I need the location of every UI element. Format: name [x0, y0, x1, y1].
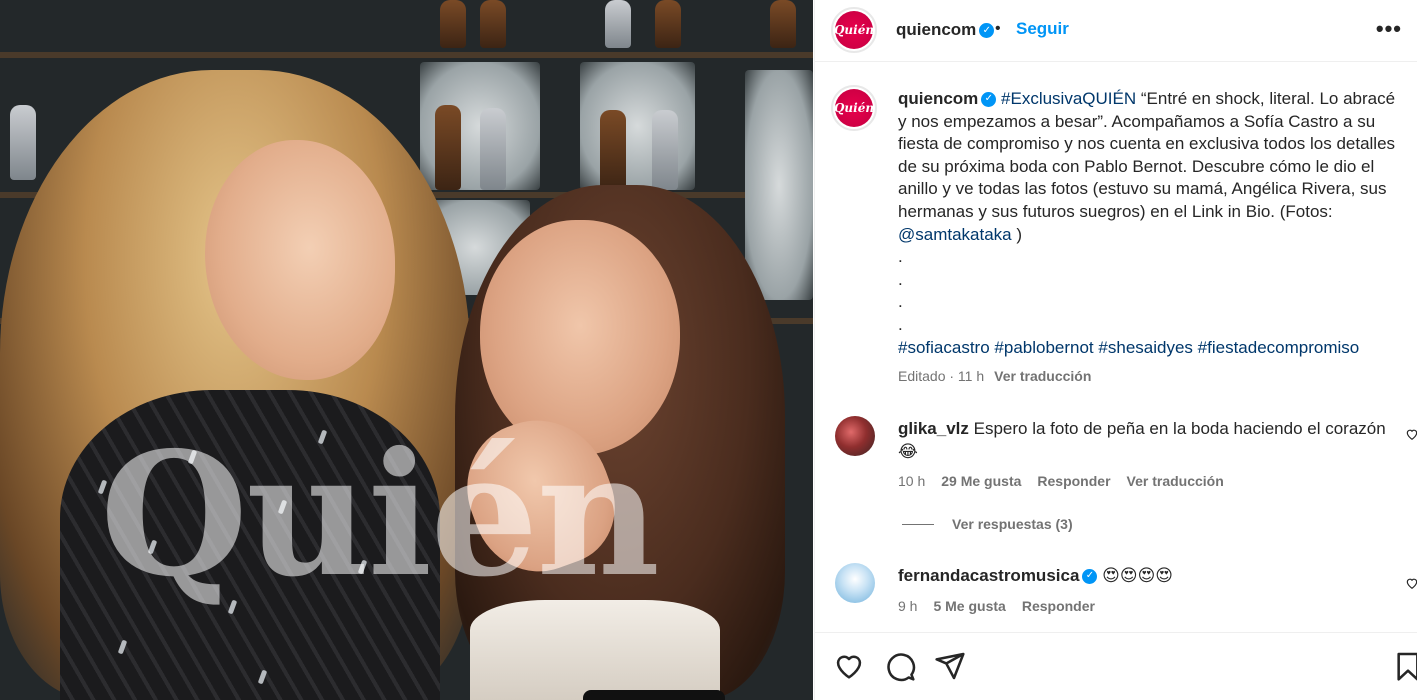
edited-time: Editado · 11 h	[898, 368, 985, 384]
bottle	[435, 105, 461, 190]
person-right-dress	[470, 600, 720, 700]
verified-badge-icon: ✓	[1082, 569, 1098, 585]
post-photo[interactable]: Quién	[0, 0, 813, 700]
reply-button[interactable]: Responder	[1037, 473, 1110, 489]
username-text[interactable]: quiencom	[896, 20, 976, 39]
lit-cabinet	[745, 70, 813, 300]
hashtag-link[interactable]: #sofiacastro	[898, 338, 990, 357]
caption-username[interactable]: quiencom	[898, 89, 978, 108]
bottle	[652, 110, 678, 190]
dress-sequin	[117, 639, 128, 655]
bottle	[605, 0, 631, 48]
caption-text-end: )	[1011, 224, 1023, 244]
comment-likes[interactable]: 29 Me gusta	[941, 473, 1021, 489]
comment-username[interactable]: fernandacastromusica	[898, 566, 1079, 585]
comment-avatar[interactable]	[835, 416, 875, 456]
bottle	[480, 108, 506, 190]
comment-text: 😍😍😍😍	[1102, 566, 1174, 586]
quien-logo: Quién	[834, 11, 874, 49]
bottle	[655, 0, 681, 48]
bar-shelf	[0, 52, 813, 58]
hashtag-link[interactable]: #shesaidyes	[1098, 338, 1193, 357]
comment-body: fernandacastromusica ✓ 😍😍😍😍	[898, 565, 1398, 588]
dress-sequin	[257, 669, 268, 685]
comment-avatar[interactable]	[835, 563, 875, 603]
bottle	[10, 105, 36, 180]
verified-badge-icon: ✓	[981, 92, 997, 108]
see-translation-link[interactable]: Ver traducción	[1127, 473, 1224, 489]
caption-dot: .	[898, 269, 903, 289]
comment-time[interactable]: 10 h	[898, 473, 925, 489]
post-header: Quién quiencom ✓ • Seguir •••	[815, 0, 1417, 62]
bottle	[770, 0, 796, 48]
comment-like-icon[interactable]	[1405, 427, 1417, 441]
quien-logo: Quién	[834, 89, 874, 127]
comment-meta: 9 h 5 Me gusta Responder	[898, 598, 1095, 614]
photo-indicator	[583, 690, 725, 700]
caption-dot: .	[898, 314, 903, 334]
caption-hashtag[interactable]: #ExclusivaQUIÉN	[1001, 89, 1136, 108]
caption-dot: .	[898, 292, 903, 312]
action-bar	[815, 632, 1417, 700]
post-side-panel: Quién quiencom ✓ • Seguir ••• Quién quien…	[814, 0, 1417, 700]
caption-avatar[interactable]: Quién	[831, 85, 877, 131]
share-paper-plane-icon[interactable]	[934, 650, 966, 682]
account-avatar[interactable]: Quién	[831, 7, 877, 53]
replies-line	[902, 523, 934, 525]
post-caption: quiencom ✓ #ExclusivaQUIÉN “Entré en shoc…	[898, 88, 1408, 359]
comment-username[interactable]: glika_vlz	[898, 419, 969, 438]
comment-time[interactable]: 9 h	[898, 598, 917, 614]
comment-text: Espero la foto de peña en la boda hacien…	[898, 419, 1386, 461]
hashtag-link[interactable]: #fiestadecompromiso	[1198, 338, 1360, 357]
follow-button[interactable]: Seguir	[1016, 19, 1069, 39]
view-replies-label[interactable]: Ver respuestas (3)	[952, 516, 1073, 532]
caption-tags: #sofiacastro #pablobernot #shesaidyes #f…	[898, 337, 1408, 360]
like-heart-icon[interactable]	[833, 650, 865, 682]
see-translation-link[interactable]: Ver traducción	[994, 368, 1091, 384]
save-bookmark-icon[interactable]	[1392, 650, 1417, 682]
comment-bubble-icon[interactable]	[884, 650, 916, 682]
more-options-icon[interactable]: •••	[1376, 16, 1402, 42]
bottle	[480, 0, 506, 48]
bottle	[440, 0, 466, 48]
view-replies[interactable]: Ver respuestas (3)	[902, 516, 1073, 532]
comment-like-icon[interactable]	[1405, 576, 1417, 590]
comment-likes[interactable]: 5 Me gusta	[933, 598, 1005, 614]
comment-body: glika_vlz Espero la foto de peña en la b…	[898, 418, 1398, 463]
caption-dot: .	[898, 247, 903, 267]
hashtag-link[interactable]: #pablobernot	[994, 338, 1093, 357]
comment-meta: 10 h 29 Me gusta Responder Ver traducció…	[898, 473, 1224, 489]
header-separator: •	[995, 20, 1001, 37]
verified-badge-icon: ✓	[979, 23, 995, 39]
caption-mention[interactable]: @samtakataka	[898, 225, 1012, 244]
caption-meta: Editado · 11 h Ver traducción	[898, 368, 1091, 384]
account-username[interactable]: quiencom ✓	[896, 20, 995, 40]
quien-watermark: Quién	[100, 415, 660, 615]
reply-button[interactable]: Responder	[1022, 598, 1095, 614]
bottle	[600, 110, 626, 190]
caption-text: “Entré en shock, literal. Lo abracé y no…	[898, 89, 1396, 221]
